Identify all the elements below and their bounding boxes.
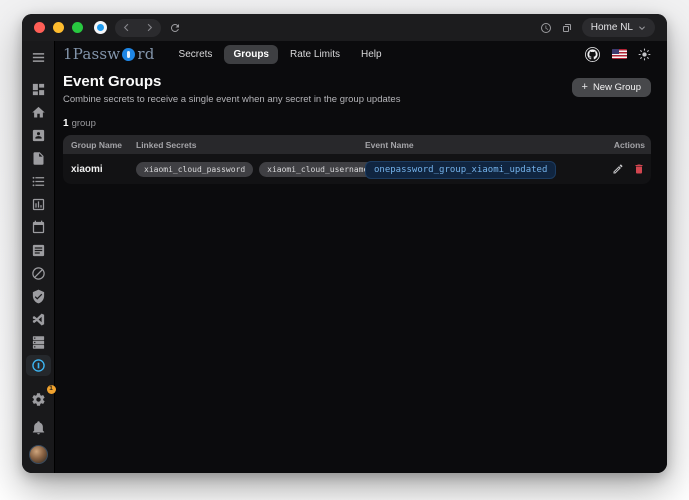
minimize-window-button[interactable] [53, 22, 64, 33]
sidebar-menu-button[interactable] [26, 47, 51, 68]
list-icon [31, 174, 46, 189]
calendar-icon [31, 220, 46, 235]
tab-groups[interactable]: Groups [224, 45, 278, 64]
sidebar-item-security[interactable] [26, 286, 51, 307]
app-body: 1 1Passw rd Secrets [22, 41, 667, 473]
logo-text-post: rd [137, 45, 154, 63]
keyhole-icon [122, 48, 135, 61]
account-box-icon [31, 128, 46, 143]
circle-slash-icon [31, 266, 46, 281]
us-flag-icon[interactable] [612, 49, 627, 59]
column-header-event-name: Event Name [365, 140, 599, 150]
secret-chip: xiaomi_cloud_password [136, 162, 253, 177]
app-header: 1Passw rd Secrets Groups Rate Limits Hel… [55, 41, 667, 67]
history-icon[interactable] [540, 22, 552, 34]
sidebar-item-media[interactable] [26, 240, 51, 261]
page-head: Event Groups Combine secrets to receive … [63, 73, 651, 105]
menu-icon [31, 50, 46, 65]
navigation-pill [115, 19, 161, 37]
sidebar-item-notifications[interactable] [26, 417, 51, 438]
sidebar-item-todo-list[interactable] [26, 171, 51, 192]
page-title: Event Groups [63, 73, 400, 90]
pencil-icon [612, 163, 624, 175]
table-row: xiaomi xiaomi_cloud_password xiaomi_clou… [63, 154, 651, 184]
groups-table: Group Name Linked Secrets Event Name Act… [63, 135, 651, 184]
new-group-button[interactable]: + New Group [572, 78, 652, 97]
app-favicon [94, 21, 107, 34]
zoom-window-button[interactable] [72, 22, 83, 33]
forward-button[interactable] [145, 23, 154, 32]
main-nav: Secrets Groups Rate Limits Help [170, 45, 391, 64]
traffic-lights [34, 22, 83, 33]
delete-group-button[interactable] [633, 163, 645, 175]
shield-check-icon [31, 289, 46, 304]
profile-button[interactable]: Home NL [582, 18, 655, 37]
dashboard-icon [31, 82, 46, 97]
onepassword-logo: 1Passw rd [63, 45, 155, 63]
edit-group-button[interactable] [612, 163, 624, 175]
sidebar-item-history[interactable] [26, 194, 51, 215]
actions-cell [599, 163, 651, 175]
column-header-actions: Actions [599, 140, 651, 150]
file-icon [31, 151, 46, 166]
sidebar: 1 [22, 41, 55, 473]
sidebar-item-dashboard[interactable] [26, 79, 51, 100]
server-stack-icon [31, 335, 46, 350]
media-server-icon [31, 243, 46, 258]
event-name-cell: onepassword_group_xiaomi_updated [365, 159, 599, 179]
home-icon [31, 105, 46, 120]
group-count: 1group [63, 118, 651, 129]
logo-text-pre: 1Passw [63, 45, 120, 63]
copy-icon[interactable] [561, 22, 573, 34]
window-titlebar: Home NL [22, 14, 667, 41]
column-header-linked-secrets: Linked Secrets [136, 140, 365, 150]
desktop-background: Home NL [0, 0, 689, 500]
refresh-button[interactable] [169, 22, 181, 34]
secret-chip: xiaomi_cloud_username [259, 162, 376, 177]
sidebar-item-vscode[interactable] [26, 309, 51, 330]
gear-icon [31, 392, 46, 407]
sun-icon[interactable] [638, 48, 651, 61]
keyhole-circle-icon [31, 358, 46, 373]
close-window-button[interactable] [34, 22, 45, 33]
trash-icon [633, 163, 645, 175]
page-subtitle: Combine secrets to receive a single even… [63, 94, 400, 105]
tab-secrets[interactable]: Secrets [170, 45, 222, 64]
tab-rate-limits[interactable]: Rate Limits [281, 45, 349, 64]
app-window: Home NL [22, 14, 667, 473]
header-right [584, 46, 651, 63]
user-avatar[interactable] [29, 445, 48, 464]
github-icon[interactable] [584, 46, 601, 63]
chevron-down-icon [638, 24, 646, 32]
sidebar-item-calendar[interactable] [26, 217, 51, 238]
sidebar-item-drawing[interactable] [26, 263, 51, 284]
group-name-cell: xiaomi [63, 164, 136, 175]
group-count-unit: group [72, 118, 96, 129]
column-header-group-name: Group Name [63, 140, 136, 150]
sidebar-item-1password[interactable] [26, 355, 51, 376]
profile-label: Home NL [591, 22, 633, 33]
event-groups-page: Event Groups Combine secrets to receive … [55, 67, 667, 473]
group-count-value: 1 [63, 118, 69, 129]
sidebar-item-notes[interactable] [26, 148, 51, 169]
linked-secrets-cell: xiaomi_cloud_password xiaomi_cloud_usern… [136, 162, 365, 177]
new-group-label: New Group [593, 82, 641, 93]
sidebar-item-home-energy[interactable] [26, 102, 51, 123]
bell-icon [31, 420, 46, 435]
sidebar-item-terminal[interactable] [26, 332, 51, 353]
titlebar-right: Home NL [540, 18, 655, 37]
chart-box-icon [31, 197, 46, 212]
tab-help[interactable]: Help [352, 45, 391, 64]
sidebar-item-logbook[interactable] [26, 125, 51, 146]
sidebar-item-settings[interactable]: 1 [26, 389, 51, 410]
vscode-icon [31, 312, 46, 327]
event-name-chip: onepassword_group_xiaomi_updated [365, 161, 556, 179]
table-header-row: Group Name Linked Secrets Event Name Act… [63, 135, 651, 154]
main-content: 1Passw rd Secrets Groups Rate Limits Hel… [55, 41, 667, 473]
sidebar-bottom: 1 [26, 389, 51, 464]
plus-icon: + [582, 82, 588, 93]
home-assistant-icon [97, 24, 104, 31]
back-button[interactable] [122, 23, 131, 32]
